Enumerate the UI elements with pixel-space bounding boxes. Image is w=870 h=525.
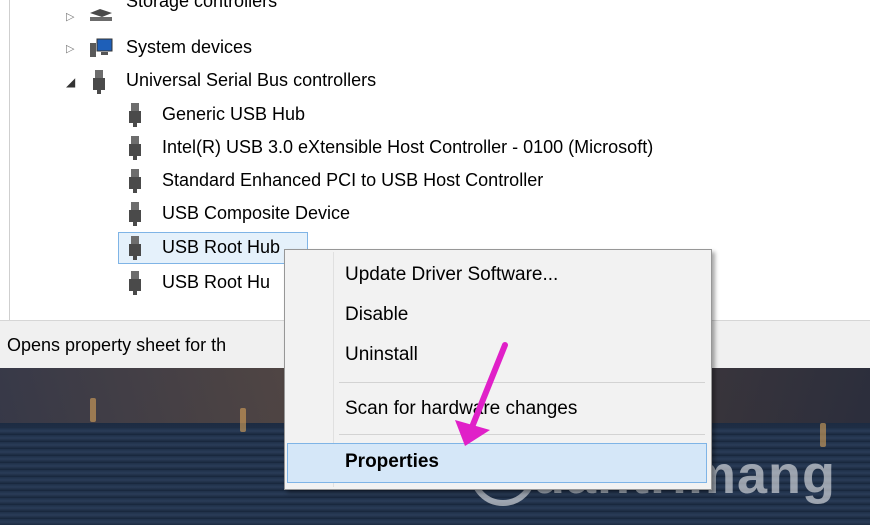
annotation-arrow-icon [455,342,508,446]
